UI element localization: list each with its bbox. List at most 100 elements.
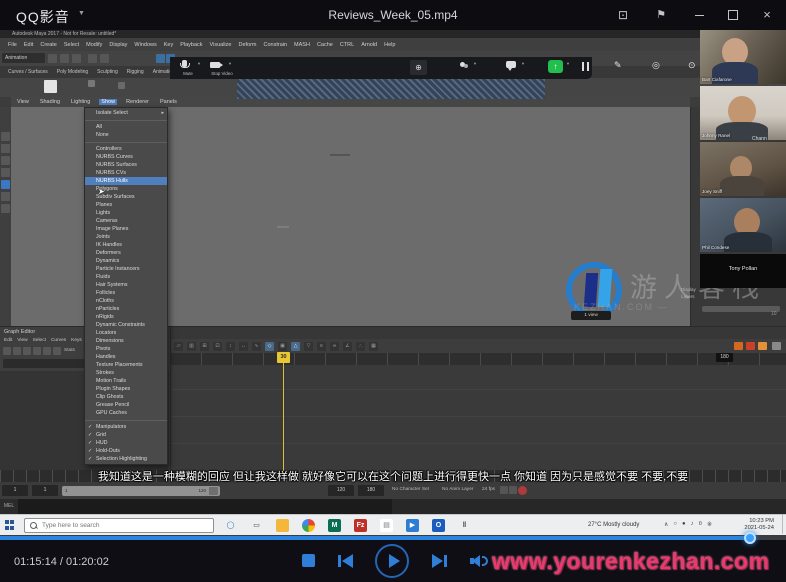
stop-video-icon[interactable]: [210, 57, 224, 71]
new-scene-icon[interactable]: [48, 54, 57, 63]
participants-caret-icon[interactable]: ▼: [473, 61, 477, 66]
open-scene-icon[interactable]: [60, 54, 69, 63]
ge-region-icon[interactable]: [33, 347, 41, 355]
move-tool-icon[interactable]: [1, 168, 10, 177]
video-frame[interactable]: Autodesk Maya 2017 - Not for Resale: unt…: [0, 30, 786, 536]
graph-editor-tool-icon[interactable]: ▽: [304, 341, 313, 351]
shelf-tool-icon[interactable]: [44, 80, 57, 93]
graph-editor-menu-item[interactable]: View: [17, 338, 27, 343]
tray-icon[interactable]: ○: [673, 521, 677, 528]
range-handle[interactable]: [209, 487, 218, 495]
maya-menu-item[interactable]: Select: [64, 42, 79, 48]
show-menu-item[interactable]: Manipulators: [85, 423, 167, 431]
show-menu-item[interactable]: HUD: [85, 439, 167, 447]
maya-menu-item[interactable]: MASH: [294, 42, 310, 48]
graph-editor-curve-area[interactable]: [170, 365, 786, 471]
show-menu-item[interactable]: Grid: [85, 431, 167, 439]
next-icon[interactable]: [432, 554, 448, 568]
file-explorer-icon[interactable]: [276, 518, 289, 532]
maya-menu-item[interactable]: Visualize: [210, 42, 232, 48]
anim-start-field[interactable]: 1: [2, 485, 28, 496]
stop-icon[interactable]: [302, 554, 315, 567]
mel-label[interactable]: MEL: [0, 499, 18, 514]
shelf-tab[interactable]: Rigging: [127, 69, 144, 75]
maya-menu-item[interactable]: Cache: [317, 42, 333, 48]
current-frame-marker[interactable]: 30: [277, 352, 290, 363]
menuset-dropdown[interactable]: Animation: [2, 53, 45, 63]
participants-icon[interactable]: [460, 58, 470, 70]
task-view-icon[interactable]: ▭: [250, 519, 263, 532]
maya-menu-item[interactable]: Constrain: [264, 42, 288, 48]
close-icon[interactable]: ×: [754, 6, 780, 24]
graph-editor-tool-icon[interactable]: ↔: [239, 341, 248, 351]
cortana-icon[interactable]: ◯: [224, 519, 237, 532]
video-caret-icon[interactable]: ▼: [228, 61, 232, 66]
ge-frame-icon[interactable]: [53, 347, 61, 355]
layer-panel-scrollbar[interactable]: [702, 306, 780, 312]
playback-end-field[interactable]: 120: [328, 485, 354, 496]
volume-icon[interactable]: [470, 554, 488, 568]
graph-editor-tool-icon[interactable]: ∴: [356, 341, 365, 351]
maya-menu-item[interactable]: Key: [164, 42, 173, 48]
show-menu-item[interactable]: Texture Placements: [85, 361, 167, 369]
shelf-tab[interactable]: Sculpting: [97, 69, 118, 75]
pause-share-icon[interactable]: [582, 62, 590, 71]
maya-menu-item[interactable]: File: [8, 42, 17, 48]
panel-menu-item[interactable]: View: [15, 99, 31, 105]
participant-tile[interactable]: Tony Pollan: [700, 254, 786, 288]
show-menu-item[interactable]: Planes: [85, 201, 167, 209]
show-menu-item[interactable]: Image Planes: [85, 225, 167, 233]
participant-tile[interactable]: Joey Sniff: [700, 142, 786, 196]
chat-caret-icon[interactable]: ▼: [521, 61, 525, 66]
playback-options-icon[interactable]: [500, 486, 508, 494]
ge-insert-key-icon[interactable]: [13, 347, 21, 355]
annotate-icon[interactable]: ✎: [614, 60, 622, 71]
share-caret-icon[interactable]: ▼: [566, 61, 570, 66]
tray-icon[interactable]: ※: [707, 521, 712, 528]
show-menu-item[interactable]: All: [85, 123, 167, 131]
taskbar-clock[interactable]: 10:23 PM 2021-05-24: [722, 518, 774, 532]
maximize-icon[interactable]: [720, 6, 746, 24]
graph-editor-menu-item[interactable]: Curves: [51, 338, 66, 343]
graph-editor-tool-icon[interactable]: ◇: [265, 341, 274, 351]
tray-icon[interactable]: ¤: [699, 521, 702, 528]
anim-layer-dropdown[interactable]: No Anim Layer: [442, 487, 473, 492]
bookmark-red-icon[interactable]: [746, 342, 755, 350]
tray-icon[interactable]: ∧: [664, 521, 668, 528]
graph-editor-timeline[interactable]: [170, 353, 786, 365]
graph-editor-tool-icon[interactable]: ▦: [369, 341, 378, 351]
show-menu-item[interactable]: NURBS Curves: [85, 153, 167, 161]
show-menu-item[interactable]: Joints: [85, 233, 167, 241]
show-menu-item[interactable]: Plugin Shapes: [85, 385, 167, 393]
remote-control-icon[interactable]: ◎: [652, 60, 660, 71]
show-menu-item[interactable]: Locators: [85, 329, 167, 337]
graph-editor-tool-icon[interactable]: ∿: [252, 341, 261, 351]
tray-icon[interactable]: ♪: [691, 521, 694, 528]
maya-menu-item[interactable]: CTRL: [340, 42, 354, 48]
show-menu-item[interactable]: Dimensions: [85, 337, 167, 345]
maya-menu-item[interactable]: Playback: [180, 42, 202, 48]
bookmark-orange-icon[interactable]: [734, 342, 743, 350]
graph-editor-tool-icon[interactable]: ≡: [317, 341, 326, 351]
show-menu-item[interactable]: Pivots: [85, 345, 167, 353]
graph-editor-tool-icon[interactable]: ▣: [278, 341, 287, 351]
chat-icon[interactable]: [506, 57, 518, 71]
show-menu-item[interactable]: NURBS CVs: [85, 169, 167, 177]
graph-editor-tool-icon[interactable]: ▥: [187, 341, 196, 351]
fps-dropdown[interactable]: 24 fps: [482, 487, 495, 492]
maya-menu-item[interactable]: Windows: [134, 42, 156, 48]
participant-tile[interactable]: Johnny Ranel: [700, 86, 786, 140]
graph-editor-tool-icon[interactable]: ▱: [174, 341, 183, 351]
show-menu-item[interactable]: [85, 417, 167, 421]
show-menu-item[interactable]: [85, 117, 167, 121]
graph-editor-tool-icon[interactable]: ∠: [343, 341, 352, 351]
previous-icon[interactable]: [338, 554, 354, 568]
shelf-tab[interactable]: Poly Modeling: [57, 69, 88, 75]
paint-select-tool-icon[interactable]: [1, 156, 10, 165]
graph-editor-menu-item[interactable]: Select: [33, 338, 46, 343]
playback-start-field[interactable]: 1: [32, 485, 58, 496]
undo-icon[interactable]: [88, 54, 97, 63]
show-menu-item[interactable]: Lights: [85, 209, 167, 217]
ge-retime-icon[interactable]: [43, 347, 51, 355]
show-menu-item[interactable]: Selection Highlighting: [85, 455, 167, 463]
